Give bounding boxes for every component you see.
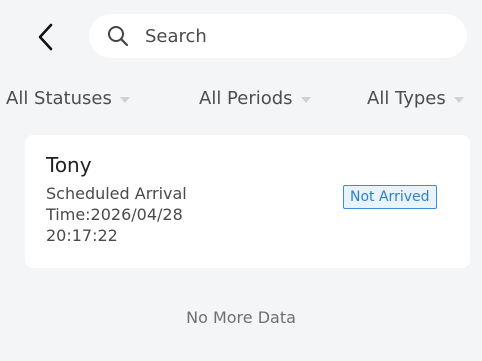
- filter-status-label: All Statuses: [6, 88, 112, 109]
- status-badge: Not Arrived: [343, 185, 437, 209]
- back-button[interactable]: [28, 20, 62, 54]
- header-bar: [0, 0, 482, 76]
- caret-down-icon: [119, 96, 130, 103]
- search-input[interactable]: [143, 24, 447, 48]
- chevron-left-icon: [38, 23, 53, 51]
- caret-down-icon: [453, 96, 464, 103]
- visitor-record-card[interactable]: Tony Scheduled Arrival Time:2026/04/28 2…: [25, 135, 470, 268]
- filter-status-dropdown[interactable]: All Statuses: [6, 88, 130, 109]
- caret-down-icon: [300, 96, 311, 103]
- search-icon: [107, 24, 131, 48]
- filter-period-label: All Periods: [199, 88, 293, 109]
- search-box[interactable]: [89, 14, 467, 58]
- filter-type-dropdown[interactable]: All Types: [367, 88, 464, 109]
- scheduled-arrival-time: Scheduled Arrival Time:2026/04/28 20:17:…: [46, 184, 187, 245]
- no-more-data-text: No More Data: [186, 308, 296, 327]
- visitor-name: Tony: [46, 153, 92, 177]
- filter-type-label: All Types: [367, 88, 446, 109]
- filter-period-dropdown[interactable]: All Periods: [199, 88, 311, 109]
- filter-bar: All Statuses All Periods All Types: [0, 86, 482, 120]
